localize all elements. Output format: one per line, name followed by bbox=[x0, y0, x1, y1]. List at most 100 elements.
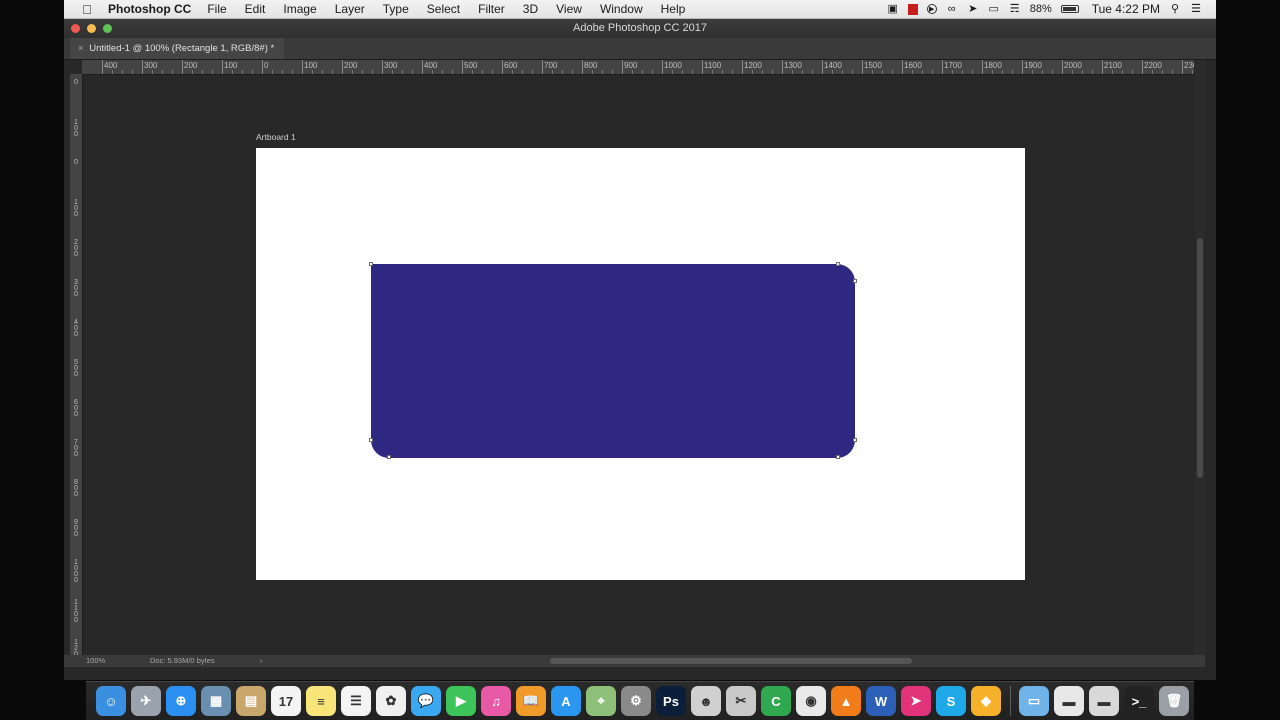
artboard[interactable] bbox=[256, 148, 1025, 580]
window-close-button[interactable] bbox=[71, 24, 80, 33]
document-tab[interactable]: × Untitled-1 @ 100% (Rectangle 1, RGB/8#… bbox=[70, 38, 285, 59]
ruler-minor-tick bbox=[1172, 70, 1173, 74]
finder-icon[interactable]: ☺ bbox=[96, 686, 126, 716]
menu-bar-status-area: ▣ ▶ ∞ ➤ ▭ ☴ 88% Tue 4:22 PM ⚲ ☰ bbox=[887, 0, 1202, 18]
vertical-scroll-thumb[interactable] bbox=[1197, 238, 1203, 478]
vertical-ruler[interactable]: 0100010020030040050060070080090010001100… bbox=[70, 74, 83, 662]
ruler-tick-label: 1100 bbox=[704, 61, 722, 70]
menu-edit[interactable]: Edit bbox=[245, 2, 266, 16]
horizontal-ruler[interactable]: 400 300 200 100 0 100 200 300 400 500 600 700 800 900… bbox=[82, 60, 1194, 75]
notification-center-icon[interactable]: ☰ bbox=[1190, 3, 1202, 15]
camtasia-icon[interactable]: C bbox=[761, 686, 791, 716]
ruler-minor-tick bbox=[992, 70, 993, 74]
tool-app-icon[interactable]: ✂ bbox=[726, 686, 756, 716]
path-anchor-point[interactable] bbox=[853, 438, 857, 442]
play-icon[interactable]: ▶ bbox=[926, 4, 937, 14]
calendar-icon[interactable]: 17 bbox=[271, 686, 301, 716]
preview-icon[interactable]: ▦ bbox=[201, 686, 231, 716]
ruler-minor-tick bbox=[1042, 70, 1043, 74]
ruler-minor-tick bbox=[882, 70, 883, 74]
path-anchor-point[interactable] bbox=[387, 455, 391, 459]
skype-icon[interactable]: S bbox=[936, 686, 966, 716]
launchpad-icon[interactable]: ✈ bbox=[131, 686, 161, 716]
trash-icon[interactable]: 🗑 bbox=[1159, 686, 1189, 716]
facetime-icon[interactable]: ▶ bbox=[446, 686, 476, 716]
document-size-info[interactable]: Doc: 5.93M/0 bytes bbox=[150, 655, 215, 667]
ruler-minor-tick bbox=[162, 70, 163, 74]
sketch-icon[interactable]: ◆ bbox=[971, 686, 1001, 716]
app-menu-photoshop[interactable]: Photoshop CC bbox=[108, 2, 191, 16]
menu-image[interactable]: Image bbox=[283, 2, 316, 16]
menu-help[interactable]: Help bbox=[661, 2, 686, 16]
status-menu-arrow[interactable]: › bbox=[260, 655, 263, 667]
reminders-icon[interactable]: ☰ bbox=[341, 686, 371, 716]
downloads-folder-icon[interactable]: ▭ bbox=[1019, 686, 1049, 716]
spotlight-search-icon[interactable]: ⚲ bbox=[1169, 3, 1181, 15]
contacts-icon[interactable]: ▤ bbox=[236, 686, 266, 716]
canvas-area[interactable]: Artboard 1 bbox=[83, 75, 1194, 662]
ruler-tick-label: 1600 bbox=[904, 61, 922, 70]
terminal-icon[interactable]: >_ bbox=[1124, 686, 1154, 716]
menu-3d[interactable]: 3D bbox=[523, 2, 538, 16]
menu-file[interactable]: File bbox=[207, 2, 226, 16]
menu-layer[interactable]: Layer bbox=[335, 2, 365, 16]
dropbox-icon[interactable]: ▣ bbox=[887, 3, 899, 15]
menu-window[interactable]: Window bbox=[600, 2, 643, 16]
files-stack-icon[interactable]: ▬ bbox=[1089, 686, 1119, 716]
wifi-icon[interactable]: ☴ bbox=[1009, 3, 1021, 15]
path-anchor-point[interactable] bbox=[853, 279, 857, 283]
ibooks-icon[interactable]: 📖 bbox=[516, 686, 546, 716]
horizontal-scroll-thumb[interactable] bbox=[550, 658, 912, 664]
window-minimize-button[interactable] bbox=[87, 24, 96, 33]
window-zoom-button[interactable] bbox=[103, 24, 112, 33]
itunes-icon[interactable]: ♫ bbox=[481, 686, 511, 716]
ruler-tick-label: 0 bbox=[74, 159, 78, 166]
arrow-icon[interactable]: ➤ bbox=[967, 3, 979, 15]
rounded-rectangle-shape[interactable] bbox=[371, 264, 855, 458]
ruler-minor-tick bbox=[1162, 70, 1163, 74]
menu-filter[interactable]: Filter bbox=[478, 2, 505, 16]
tab-close-icon[interactable]: × bbox=[78, 38, 83, 59]
vlc-icon[interactable]: ▲ bbox=[831, 686, 861, 716]
window-title-bar[interactable]: Adobe Photoshop CC 2017 bbox=[64, 19, 1216, 38]
menu-type[interactable]: Type bbox=[383, 2, 409, 16]
word-icon[interactable]: W bbox=[866, 686, 896, 716]
record-icon[interactable] bbox=[907, 3, 918, 15]
photoshop-icon[interactable]: Ps bbox=[656, 686, 686, 716]
chrome-icon[interactable]: ◉ bbox=[796, 686, 826, 716]
path-anchor-point[interactable] bbox=[836, 455, 840, 459]
airplay-icon[interactable]: ▭ bbox=[988, 3, 1000, 15]
ruler-minor-tick bbox=[172, 70, 173, 74]
panda-app-icon[interactable]: ☻ bbox=[691, 686, 721, 716]
ruler-major-tick bbox=[422, 60, 423, 74]
battery-icon[interactable] bbox=[1060, 5, 1079, 13]
menu-bar-clock[interactable]: Tue 4:22 PM bbox=[1092, 2, 1160, 16]
ruler-minor-tick bbox=[842, 70, 843, 74]
airmail-icon[interactable]: ➤ bbox=[901, 686, 931, 716]
ruler-tick-label: 1800 bbox=[984, 61, 1002, 70]
messages-icon[interactable]: 💬 bbox=[411, 686, 441, 716]
zoom-level-field[interactable]: 100% bbox=[86, 655, 105, 667]
path-anchor-point[interactable] bbox=[369, 438, 373, 442]
ruler-tick-label: 100 bbox=[224, 61, 238, 70]
maps-icon[interactable]: ⌖ bbox=[586, 686, 616, 716]
vertical-scrollbar[interactable] bbox=[1195, 60, 1205, 662]
photos-icon[interactable]: ✿ bbox=[376, 686, 406, 716]
safari-icon[interactable]: ⊕ bbox=[166, 686, 196, 716]
ruler-tick-label: 0 bbox=[264, 61, 269, 70]
ruler-minor-tick bbox=[932, 70, 933, 74]
path-anchor-point[interactable] bbox=[836, 262, 840, 266]
ruler-minor-tick bbox=[682, 70, 683, 74]
system-preferences-icon[interactable]: ⚙ bbox=[621, 686, 651, 716]
apple-menu-icon[interactable]:  bbox=[80, 2, 94, 17]
artboard-label[interactable]: Artboard 1 bbox=[256, 132, 296, 142]
notes-icon[interactable]: ≡ bbox=[306, 686, 336, 716]
document-stack-icon[interactable]: ▬ bbox=[1054, 686, 1084, 716]
app-store-icon[interactable]: A bbox=[551, 686, 581, 716]
creative-cloud-icon[interactable]: ∞ bbox=[946, 3, 958, 15]
ruler-tick-label: 1900 bbox=[1024, 61, 1042, 70]
path-anchor-point[interactable] bbox=[369, 262, 373, 266]
ruler-minor-tick bbox=[112, 70, 113, 74]
menu-view[interactable]: View bbox=[556, 2, 582, 16]
menu-select[interactable]: Select bbox=[427, 2, 460, 16]
